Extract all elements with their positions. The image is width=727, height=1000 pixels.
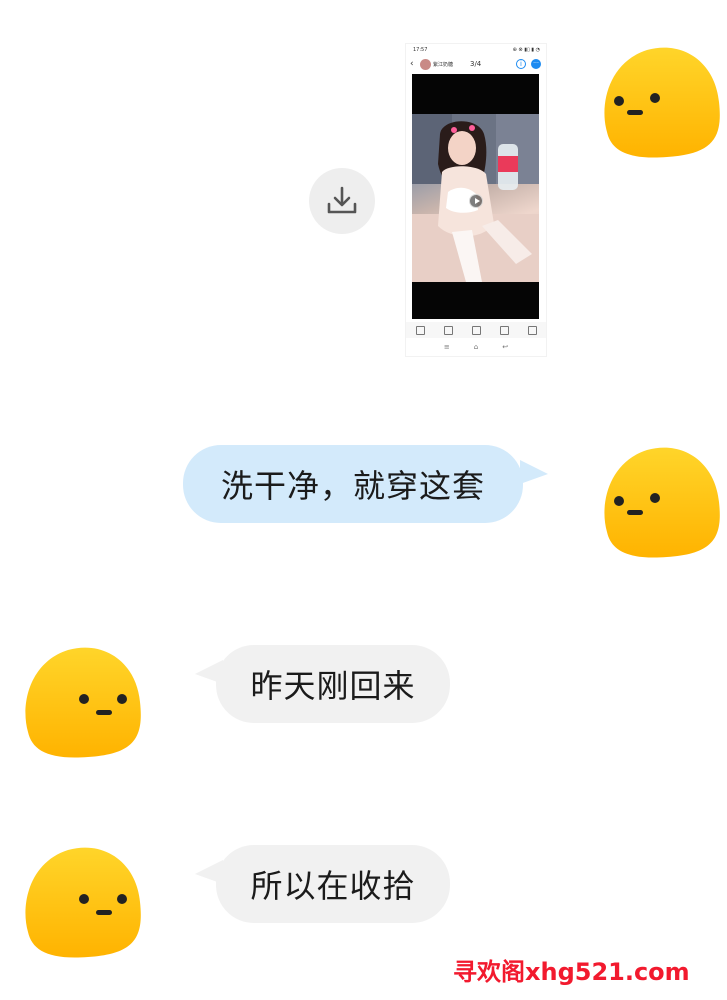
note-icon[interactable] [499, 325, 509, 335]
contact-avatar [420, 59, 431, 70]
yellow-blob-avatar-icon [25, 647, 141, 758]
watermark: 寻欢阁xhg521.com [453, 958, 690, 986]
photo [412, 114, 539, 282]
avatar[interactable] [597, 444, 721, 560]
more-icon[interactable]: ··· [531, 59, 541, 69]
viewer-header: ‹ 紫江奶糖 3/4 i ··· [406, 56, 546, 74]
contact-name: 紫江奶糖 [433, 62, 454, 68]
yellow-blob-avatar-icon [604, 47, 720, 158]
menu-nav-icon[interactable]: ≡ [444, 343, 450, 351]
download-icon[interactable] [471, 325, 481, 335]
like-icon[interactable] [527, 325, 537, 335]
edit-icon[interactable] [415, 325, 425, 335]
download-icon [327, 186, 357, 214]
yellow-blob-avatar-icon [25, 847, 141, 958]
image-counter: 3/4 [470, 60, 482, 68]
share-icon[interactable] [443, 325, 453, 335]
message-bubble[interactable]: 昨天刚回来 [216, 645, 450, 723]
yellow-blob-avatar-icon [604, 447, 720, 558]
home-nav-icon[interactable]: ⌂ [474, 343, 478, 351]
avatar[interactable] [18, 644, 142, 760]
message-bubble[interactable]: 所以在收拾 [216, 845, 450, 923]
bubble-tail [520, 460, 548, 484]
status-time: 17:57 [413, 47, 428, 53]
avatar[interactable] [18, 844, 142, 960]
info-icon[interactable]: i [516, 59, 526, 69]
download-button[interactable] [309, 168, 375, 234]
play-icon[interactable] [469, 194, 483, 208]
avatar[interactable] [597, 44, 721, 160]
video-frame [412, 74, 539, 319]
back-nav-icon[interactable]: ↩ [502, 343, 508, 351]
system-navbar: ≡ ⌂ ↩ [406, 341, 546, 353]
back-icon[interactable]: ‹ [410, 59, 414, 69]
viewer-toolbar [406, 322, 546, 338]
message-bubble[interactable]: 洗干净，就穿这套 [183, 445, 523, 523]
status-icons: ⊕ ⊗ ▮▯ ▮ ◔ [512, 47, 540, 53]
image-message[interactable]: 17:57 ⊕ ⊗ ▮▯ ▮ ◔ ‹ 紫江奶糖 3/4 i ··· ≡ ⌂ ↩ [406, 44, 546, 356]
